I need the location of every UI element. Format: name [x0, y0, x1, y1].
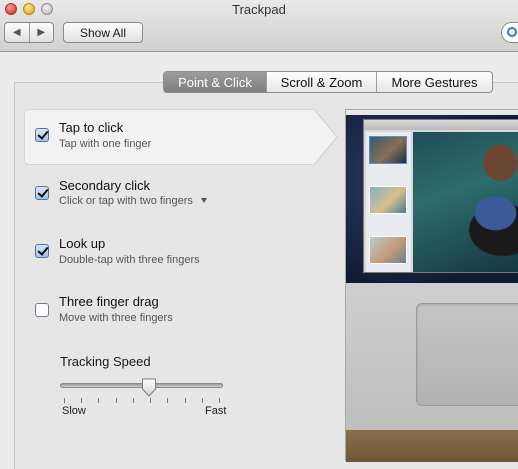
slider-tick	[98, 398, 99, 403]
preview-window-toolbar	[364, 120, 518, 130]
preview-thumbnail	[369, 136, 407, 164]
option-secondary-click[interactable]: Secondary click Click or tap with two fi…	[24, 167, 334, 223]
option-sublabel: Click or tap with two fingers	[59, 195, 193, 207]
back-forward-buttons: ◀ ▶	[4, 22, 54, 43]
slider-tick	[167, 398, 168, 403]
slider-tick	[150, 398, 151, 403]
preview-thumbnail	[369, 186, 407, 214]
option-tap-to-click[interactable]: Tap to click Tap with one finger	[24, 108, 338, 166]
option-sublabel: Tap with one finger	[59, 138, 152, 150]
option-label: Secondary click	[59, 178, 151, 193]
option-label: Three finger drag	[59, 294, 159, 309]
option-label: Tap to click	[59, 120, 124, 135]
option-look-up[interactable]: Look up Double-tap with three fingers	[24, 225, 334, 281]
slider-tick	[81, 398, 82, 403]
preview-thumbnail	[369, 236, 407, 264]
slider-tick	[219, 398, 220, 403]
slider-tick	[116, 398, 117, 403]
option-sublabel: Move with three fingers	[59, 312, 173, 324]
selection-pointer-fill	[313, 109, 336, 165]
back-button[interactable]: ◀	[5, 23, 29, 42]
tab-bar: Point & Click Scroll & Zoom More Gesture…	[163, 71, 493, 93]
look-up-checkbox[interactable]	[35, 244, 49, 258]
secondary-click-checkbox[interactable]	[35, 186, 49, 200]
show-all-button[interactable]: Show All	[63, 22, 143, 43]
tap-to-click-checkbox[interactable]	[35, 128, 49, 142]
option-label: Look up	[59, 236, 106, 251]
tab-scroll-and-zoom[interactable]: Scroll & Zoom	[266, 72, 376, 92]
option-sublabel: Double-tap with three fingers	[59, 254, 200, 266]
tracking-speed-ticks	[60, 398, 223, 404]
chevron-right-icon: ▶	[37, 27, 46, 38]
option-three-finger-drag[interactable]: Three finger drag Move with three finger…	[24, 283, 334, 339]
window-title: Trackpad	[232, 2, 286, 17]
preview-screen	[346, 110, 518, 283]
gesture-preview	[345, 109, 518, 462]
window-titlebar: Trackpad ◀ ▶ Show All	[0, 0, 518, 52]
preview-thumbnail-strip	[366, 132, 411, 272]
slider-tick	[185, 398, 186, 403]
preview-desk	[346, 430, 518, 462]
magnifier-icon	[507, 27, 517, 37]
tracking-speed-knob[interactable]	[142, 378, 157, 397]
tracking-speed-label: Tracking Speed	[60, 354, 151, 369]
preview-photo	[413, 132, 518, 272]
selection-highlight	[24, 109, 314, 165]
tab-more-gestures[interactable]: More Gestures	[376, 72, 492, 92]
slow-label: Slow	[62, 405, 86, 417]
secondary-click-popup[interactable]: Click or tap with two fingers	[59, 195, 207, 207]
forward-button[interactable]: ▶	[28, 23, 54, 42]
popup-arrow-icon	[200, 198, 207, 203]
slider-tick	[133, 398, 134, 403]
preview-trackpad	[416, 303, 518, 406]
preview-photo-window	[363, 119, 518, 273]
three-finger-drag-checkbox[interactable]	[35, 303, 49, 317]
chevron-left-icon: ◀	[12, 27, 21, 38]
tab-point-and-click[interactable]: Point & Click	[164, 72, 266, 92]
slider-tick	[202, 398, 203, 403]
fast-label: Fast	[205, 405, 227, 417]
preview-menubar	[346, 110, 518, 115]
search-field[interactable]	[501, 22, 518, 43]
slider-tick	[64, 398, 65, 403]
